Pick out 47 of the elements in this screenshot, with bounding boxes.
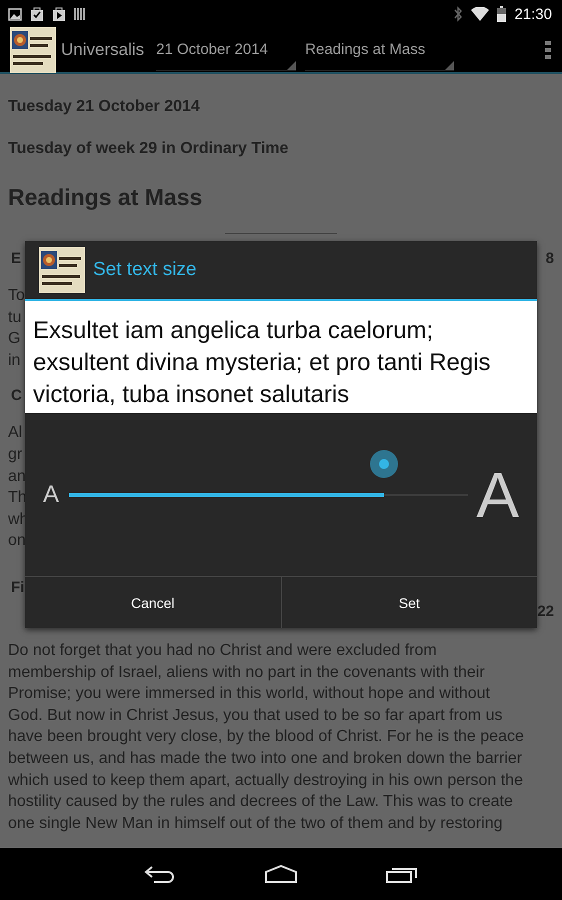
reading-text-line: tu: [8, 308, 22, 328]
reading-reference: 8: [546, 250, 554, 267]
clock: 21:30: [514, 6, 552, 22]
reading-text-line: To: [8, 286, 25, 306]
reading-text-line: God. But now in Christ Jesus, you that used to be so far apart from us: [8, 706, 502, 726]
app-title: Universalis: [61, 40, 144, 60]
page-heading: Readings at Mass: [8, 184, 204, 211]
date-dropdown[interactable]: 21 October 2014: [156, 29, 296, 71]
reading-text-line: Promise; you were immersed in this world, without hope and without: [8, 684, 490, 704]
wifi-icon: [471, 7, 490, 21]
set-button[interactable]: Set: [280, 577, 537, 628]
reading-text-line: hostility caused by the rules and decrees of the Law. This was to create: [8, 792, 513, 812]
page-dropdown[interactable]: Readings at Mass: [305, 29, 454, 71]
reading-text-line: G: [8, 329, 20, 350]
dialog-title: Set text size: [93, 259, 196, 281]
overflow-menu-icon[interactable]: [544, 40, 552, 60]
checklist-bag-icon: [30, 7, 44, 21]
small-text-label: A: [43, 480, 60, 508]
reading-text-line: membership of Israel, aliens with no part in the covenants with their: [8, 662, 485, 683]
reading-reference: 22: [537, 602, 554, 622]
reading-text-line: have been brought very close, by the blood of Christ. For he is the peace: [8, 727, 524, 748]
reading-text-line: between us, and has made the two into one and broken down the barrier: [8, 748, 522, 769]
reading-text-line: gr: [8, 444, 22, 465]
reading-text-line: Al: [8, 423, 22, 444]
play-bag-icon: [52, 7, 66, 21]
home-icon[interactable]: [264, 865, 298, 883]
barcode-icon: [74, 7, 86, 21]
reading-text-line: which used to keep them apart, actually destroying in his own person the: [8, 770, 523, 790]
cancel-button[interactable]: Cancel: [25, 577, 280, 628]
date-heading: Tuesday 21 October 2014: [8, 98, 201, 116]
back-icon[interactable]: [144, 865, 176, 883]
picture-notification-icon: [8, 8, 22, 20]
reading-text-line: an: [8, 466, 26, 487]
bluetooth-icon: [453, 6, 464, 22]
large-text-label: A: [476, 458, 519, 532]
battery-icon: [497, 6, 506, 22]
slider-thumb[interactable]: [370, 450, 398, 478]
reading-text-line: on: [8, 531, 26, 552]
reading-text-line: in: [8, 350, 20, 371]
reading-heading: Fi: [11, 578, 24, 598]
liturgical-day: Tuesday of week 29 in Ordinary Time: [8, 140, 554, 158]
preview-text: Exsultet iam angelica turba caelorum; exsultent divina mysteria; et pro tanti Regis victoria, tuba insonet salutaris: [33, 316, 492, 410]
reading-text-line: one single New Man in himself out of the two of them and by restoring: [8, 814, 502, 834]
reading-text-line: Do not forget that you had no Christ and were excluded from: [8, 640, 437, 661]
reading-heading: C: [11, 387, 22, 404]
recent-apps-icon[interactable]: [386, 865, 418, 883]
reading-heading: E: [11, 250, 22, 267]
